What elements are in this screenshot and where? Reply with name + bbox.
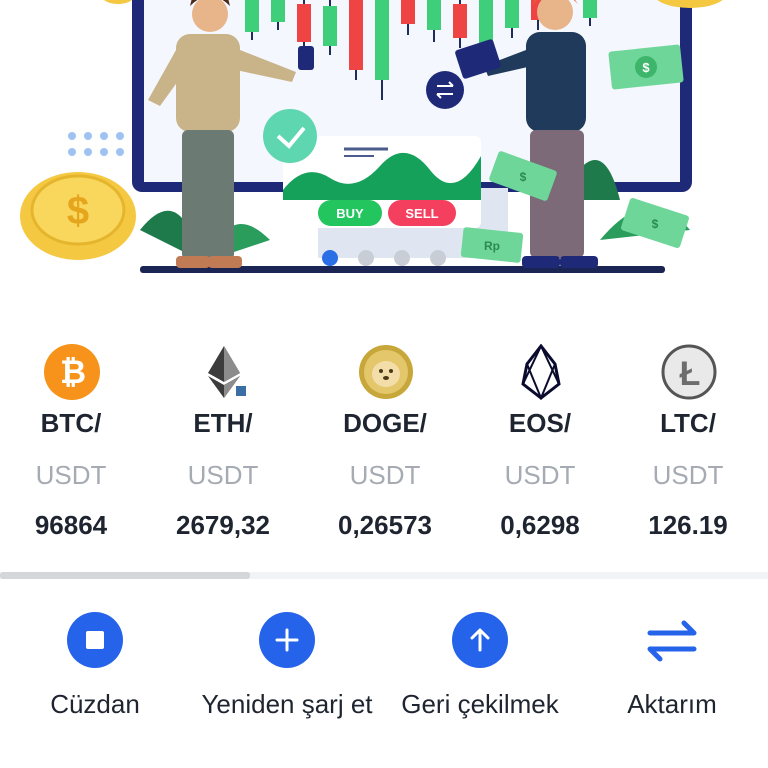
ticker-symbol: EOS/ [508,408,572,438]
svg-text:$: $ [642,60,650,75]
recharge-label: Yeniden şarj et [201,689,373,719]
carousel-dot[interactable] [394,250,410,266]
carousel-dot[interactable] [358,250,374,266]
transfer-label: Aktarım [627,689,717,719]
ticker-quote: USDT [35,460,107,490]
money-bill-icon: $ [621,198,689,248]
ticker-symbol: DOGE/ [343,408,427,438]
ticker-quote: USDT [504,460,576,490]
promo-banner[interactable]: BUY SELL $ $ $ $ Rp [0,0,768,290]
quick-actions: Cüzdan Yeniden şarj et Geri çekilmek Akt… [0,610,768,768]
svg-text:$: $ [520,170,527,184]
ticker-price: 0,6298 [500,510,580,540]
dogecoin-icon [359,345,413,399]
ticker-quote: USDT [187,460,259,490]
carousel-indicator [0,250,768,266]
ticker-symbol: BTC/ [40,408,102,438]
ticker-item-eth[interactable]: ETH/ USDT 2679,32 [148,330,298,550]
withdraw-label: Geri çekilmek [401,689,559,719]
check-icon [263,109,317,163]
horizontal-scrollbar[interactable] [0,572,768,579]
svg-text:Ł: Ł [680,355,701,393]
wallet-stop-icon [67,612,123,668]
ticker-quote: USDT [652,460,724,490]
ticker-symbol: LTC/ [660,408,716,438]
carousel-dot-active[interactable] [322,250,338,266]
ticker-price: 2679,32 [176,510,270,540]
ticker-list: ₿ BTC/ USDT 96864 ETH/ USDT 2679,32 DOGE… [0,330,768,550]
ticker-price: 0,26573 [338,510,432,540]
dot-pattern [68,132,124,156]
scrollbar-thumb[interactable] [0,572,250,579]
litecoin-icon: Ł [661,344,717,400]
ticker-item-eos[interactable]: EOS/ USDT 0,6298 [465,330,615,550]
ticker-item-btc[interactable]: ₿ BTC/ USDT 96864 [0,330,146,550]
transfer-button[interactable]: Aktarım [577,610,767,768]
ticker-price: 126.19 [648,510,728,540]
recharge-button[interactable]: Yeniden şarj et [192,610,382,768]
money-bill-icon: $ [608,44,684,90]
ticker-quote: USDT [349,460,421,490]
gold-coin-icon: $ [20,172,136,260]
withdraw-button[interactable]: Geri çekilmek [385,610,575,768]
ticker-item-doge[interactable]: DOGE/ USDT 0,26573 [310,330,460,550]
coin-symbol: $ [67,189,89,233]
ticker-price: 96864 [34,510,108,540]
svg-text:₿: ₿ [60,354,86,390]
bitcoin-icon: ₿ [44,344,100,400]
carousel-dot[interactable] [430,250,446,266]
transfer-arrows-icon [644,612,700,668]
ethereum-icon [208,346,246,398]
svg-text:$: $ [652,217,659,231]
exchange-bubble-icon [426,71,464,109]
promo-illustration: BUY SELL $ $ $ $ Rp [20,0,723,273]
sell-label: SELL [405,206,438,221]
ticker-symbol: ETH/ [193,408,253,438]
buy-label: BUY [336,206,364,221]
wallet-label: Cüzdan [50,689,140,719]
eos-icon [521,344,561,400]
arrow-up-icon [452,612,508,668]
ticker-item-ltc[interactable]: Ł LTC/ USDT 126.19 [613,330,763,550]
plus-icon [259,612,315,668]
wallet-button[interactable]: Cüzdan [0,610,190,768]
